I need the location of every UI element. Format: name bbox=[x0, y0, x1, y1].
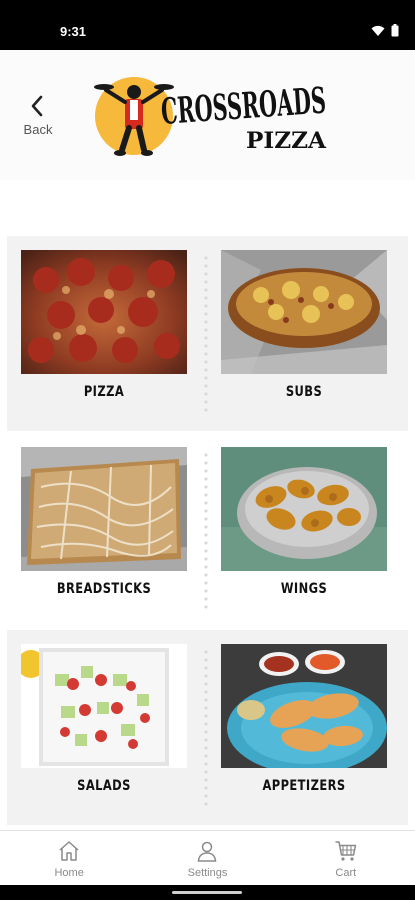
cart-icon bbox=[335, 841, 357, 861]
breadsticks-photo bbox=[21, 447, 187, 571]
category-tile-appetizers[interactable]: APPETIZERS bbox=[221, 644, 387, 814]
nav-item-cart[interactable]: Cart bbox=[277, 831, 415, 885]
nav-item-settings[interactable]: Settings bbox=[138, 831, 276, 885]
nav-label-cart: Cart bbox=[335, 867, 357, 879]
salads-photo bbox=[21, 644, 187, 768]
svg-text:CROSSROADS: CROSSROADS bbox=[160, 80, 328, 133]
category-tile-pizza[interactable]: PIZZA bbox=[21, 250, 187, 420]
dotted-divider bbox=[203, 451, 209, 611]
category-tile-wings[interactable]: WINGS bbox=[221, 447, 387, 617]
category-row: BREADSTICKS WINGS bbox=[7, 433, 408, 628]
status-time: 9:31 bbox=[60, 24, 87, 39]
home-icon bbox=[59, 841, 79, 861]
status-bar: 9:31 bbox=[0, 0, 415, 50]
svg-text:PIZZA: PIZZA bbox=[246, 128, 327, 154]
app-screen: 9:31 Back CROSSROADS PIZZA PIZZA SUBS BR… bbox=[0, 0, 415, 900]
wings-photo bbox=[221, 447, 387, 571]
pizza-photo bbox=[21, 250, 187, 374]
back-label: Back bbox=[23, 122, 53, 137]
home-indicator[interactable] bbox=[172, 891, 242, 894]
category-label: SUBS bbox=[285, 384, 323, 400]
battery-icon bbox=[391, 24, 399, 42]
category-label: BREADSTICKS bbox=[56, 581, 152, 597]
dotted-divider bbox=[203, 254, 209, 414]
nav-item-home[interactable]: Home bbox=[0, 831, 138, 885]
category-label: APPETIZERS bbox=[262, 778, 346, 794]
person-icon bbox=[198, 841, 217, 862]
category-grid: PIZZA SUBS BREADSTICKS WINGS SALADS APPE… bbox=[0, 180, 415, 830]
nav-label-settings: Settings bbox=[187, 867, 228, 879]
wifi-icon bbox=[371, 24, 385, 42]
appetizers-photo bbox=[221, 644, 387, 768]
nav-label-home: Home bbox=[54, 867, 84, 879]
dotted-divider bbox=[203, 648, 209, 808]
status-icons bbox=[371, 24, 399, 42]
category-tile-breadsticks[interactable]: BREADSTICKS bbox=[21, 447, 187, 617]
system-nav-bar bbox=[0, 885, 415, 900]
category-tile-salads[interactable]: SALADS bbox=[21, 644, 187, 814]
back-button[interactable]: Back bbox=[18, 94, 58, 144]
category-row: PIZZA SUBS bbox=[7, 236, 408, 431]
crossroads-pizza-logo: CROSSROADS PIZZA bbox=[94, 77, 328, 156]
category-tile-subs[interactable]: SUBS bbox=[221, 250, 387, 420]
chevron-left-icon bbox=[31, 95, 43, 117]
category-label: PIZZA bbox=[83, 384, 125, 400]
subs-photo bbox=[221, 250, 387, 374]
category-row: SALADS APPETIZERS bbox=[7, 630, 408, 825]
app-header: Back CROSSROADS PIZZA bbox=[0, 50, 415, 180]
category-label: WINGS bbox=[280, 581, 328, 597]
category-label: SALADS bbox=[77, 778, 131, 794]
bottom-nav: Home Settings Cart bbox=[0, 830, 415, 885]
